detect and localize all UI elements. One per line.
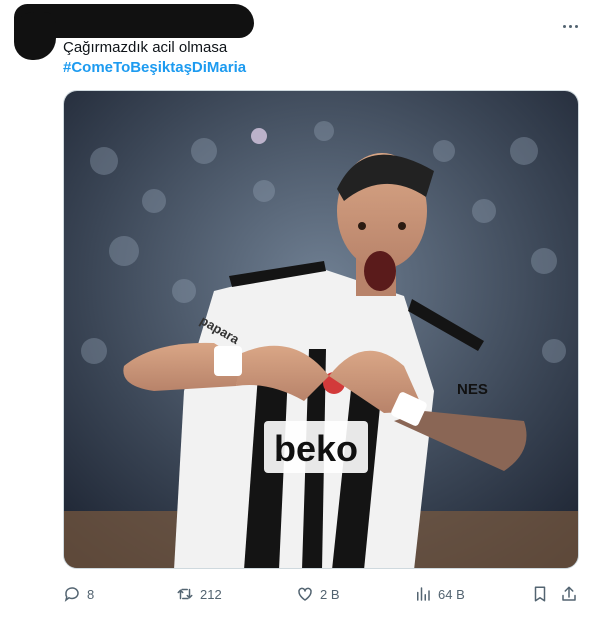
more-icon[interactable] <box>557 16 583 36</box>
bookmark-button[interactable] <box>531 582 549 606</box>
reply-button[interactable]: 8 <box>63 582 94 606</box>
hashtag-link[interactable]: #ComeToBeşiktaşDiMaria <box>63 58 246 78</box>
tweet-actions: 8 212 2 B 64 B <box>63 582 583 606</box>
reply-count: 8 <box>87 586 95 602</box>
tweet-photo[interactable]: beko NES papara <box>63 90 579 569</box>
retweet-button[interactable]: 212 <box>176 582 222 606</box>
like-count: 2 B <box>320 586 340 602</box>
tweet-card[interactable]: os Çağırmazdık acil olmasa #ComeToBeşikt… <box>0 0 597 618</box>
views-count: 64 B <box>438 586 465 602</box>
photo-player-celebration: beko NES papara <box>64 91 578 568</box>
views-button[interactable]: 64 B <box>414 582 465 606</box>
retweet-icon <box>177 588 193 600</box>
bookmark-icon <box>534 586 546 602</box>
jersey-sponsor: beko <box>274 428 358 469</box>
like-button[interactable]: 2 B <box>296 582 340 606</box>
jersey-brand: NES <box>457 381 488 398</box>
reply-icon <box>64 587 79 602</box>
share-icon <box>562 586 576 601</box>
tweet-text: Çağırmazdık acil olmasa <box>63 39 228 56</box>
views-icon <box>417 587 430 601</box>
avatar-redaction-mark <box>14 12 56 60</box>
share-button[interactable] <box>560 582 578 606</box>
retweet-count: 212 <box>200 586 222 602</box>
like-icon <box>298 587 312 601</box>
